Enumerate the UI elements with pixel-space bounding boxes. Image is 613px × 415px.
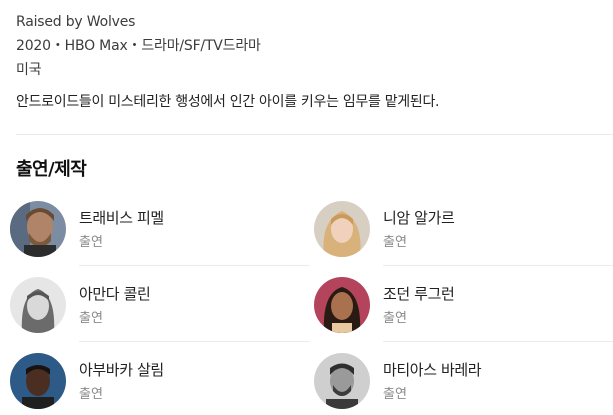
movie-synopsis: 안드로이드들이 미스테리한 행성에서 인간 아이를 키우는 임무를 맡게된다.: [16, 94, 440, 110]
movie-meta: 2020・HBO Max・드라마/SF/TV드라마: [16, 38, 261, 54]
cast-item[interactable]: 마티아스 바레라 출연: [314, 350, 613, 414]
movie-info: Raised by Wolves 2020・HBO Max・드라마/SF/TV드…: [16, 12, 261, 84]
cast-item[interactable]: 트래비스 피멜 출연: [10, 198, 310, 262]
cast-item[interactable]: 니암 알가르 출연: [314, 198, 613, 262]
person-name: 아만다 콜린: [79, 285, 151, 303]
row-divider: [383, 341, 613, 342]
person-name: 니암 알가르: [383, 209, 455, 227]
movie-country: 미국: [16, 62, 42, 78]
cast-item[interactable]: 아만다 콜린 출연: [10, 274, 310, 338]
person-name: 트래비스 피멜: [79, 209, 164, 227]
person-role: 출연: [79, 311, 103, 326]
cast-item[interactable]: 아부바카 살림 출연: [10, 350, 310, 414]
avatar: [314, 201, 370, 257]
avatar: [10, 353, 66, 409]
person-name: 마티아스 바레라: [383, 361, 482, 379]
cast-section-title: 출연/제작: [16, 159, 87, 180]
avatar: [10, 201, 66, 257]
row-divider: [383, 265, 613, 266]
person-role: 출연: [383, 235, 407, 250]
person-role: 출연: [79, 235, 103, 250]
section-divider: [16, 134, 613, 135]
cast-item[interactable]: 조던 루그런 출연: [314, 274, 613, 338]
person-role: 출연: [383, 311, 407, 326]
person-role: 출연: [383, 387, 407, 402]
avatar: [314, 353, 370, 409]
row-divider: [79, 341, 310, 342]
person-name: 조던 루그런: [383, 285, 455, 303]
avatar: [314, 277, 370, 333]
person-name: 아부바카 살림: [79, 361, 164, 379]
person-role: 출연: [79, 387, 103, 402]
row-divider: [79, 265, 310, 266]
movie-title: Raised by Wolves: [16, 14, 136, 30]
avatar: [10, 277, 66, 333]
